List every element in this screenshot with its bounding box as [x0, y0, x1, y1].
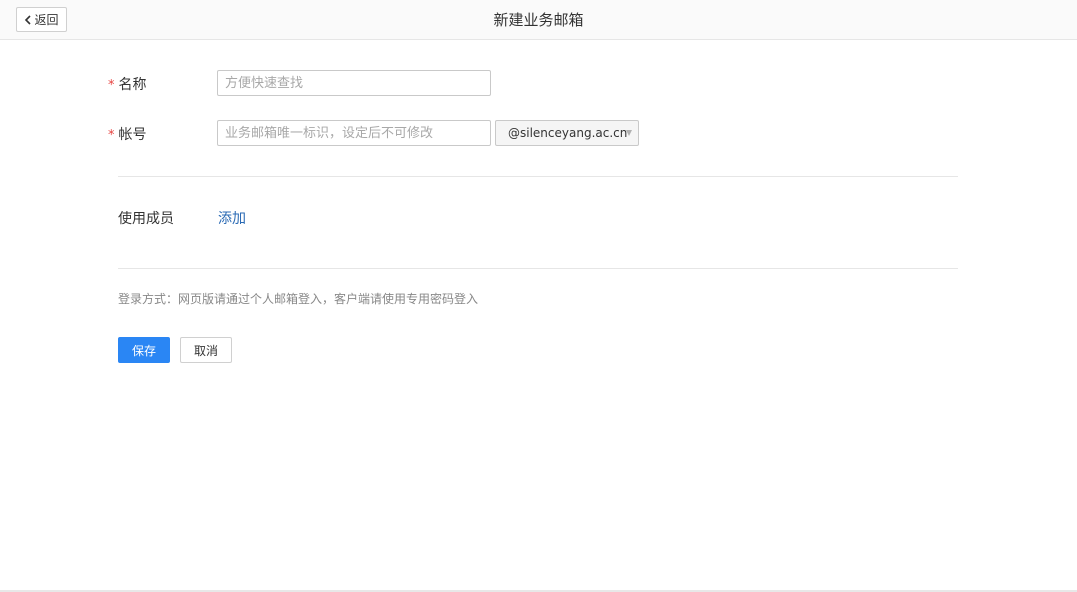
login-hint: 登录方式：网页版请通过个人邮箱登入，客户端请使用专用密码登入 — [118, 292, 479, 306]
divider — [118, 268, 958, 269]
page-title: 新建业务邮箱 — [493, 11, 584, 29]
required-mark: * — [108, 128, 115, 143]
name-label-row: * 名称 — [108, 74, 147, 94]
top-bar: 返回 新建业务邮箱 — [0, 0, 1077, 40]
domain-select[interactable]: @silenceyang.ac.cn — [495, 120, 639, 146]
caret-down-icon — [626, 130, 632, 136]
add-member-link[interactable]: 添加 — [218, 208, 246, 228]
account-label: 帐号 — [118, 127, 147, 143]
save-button[interactable]: 保存 — [118, 337, 170, 363]
members-label: 使用成员 — [118, 211, 174, 227]
divider — [118, 176, 958, 177]
required-mark: * — [108, 78, 115, 93]
account-label-row: * 帐号 — [108, 124, 147, 144]
name-input[interactable] — [217, 70, 491, 96]
cancel-button[interactable]: 取消 — [180, 337, 232, 363]
account-input[interactable] — [217, 120, 491, 146]
name-label: 名称 — [118, 77, 147, 93]
domain-select-value: @silenceyang.ac.cn — [508, 126, 628, 140]
